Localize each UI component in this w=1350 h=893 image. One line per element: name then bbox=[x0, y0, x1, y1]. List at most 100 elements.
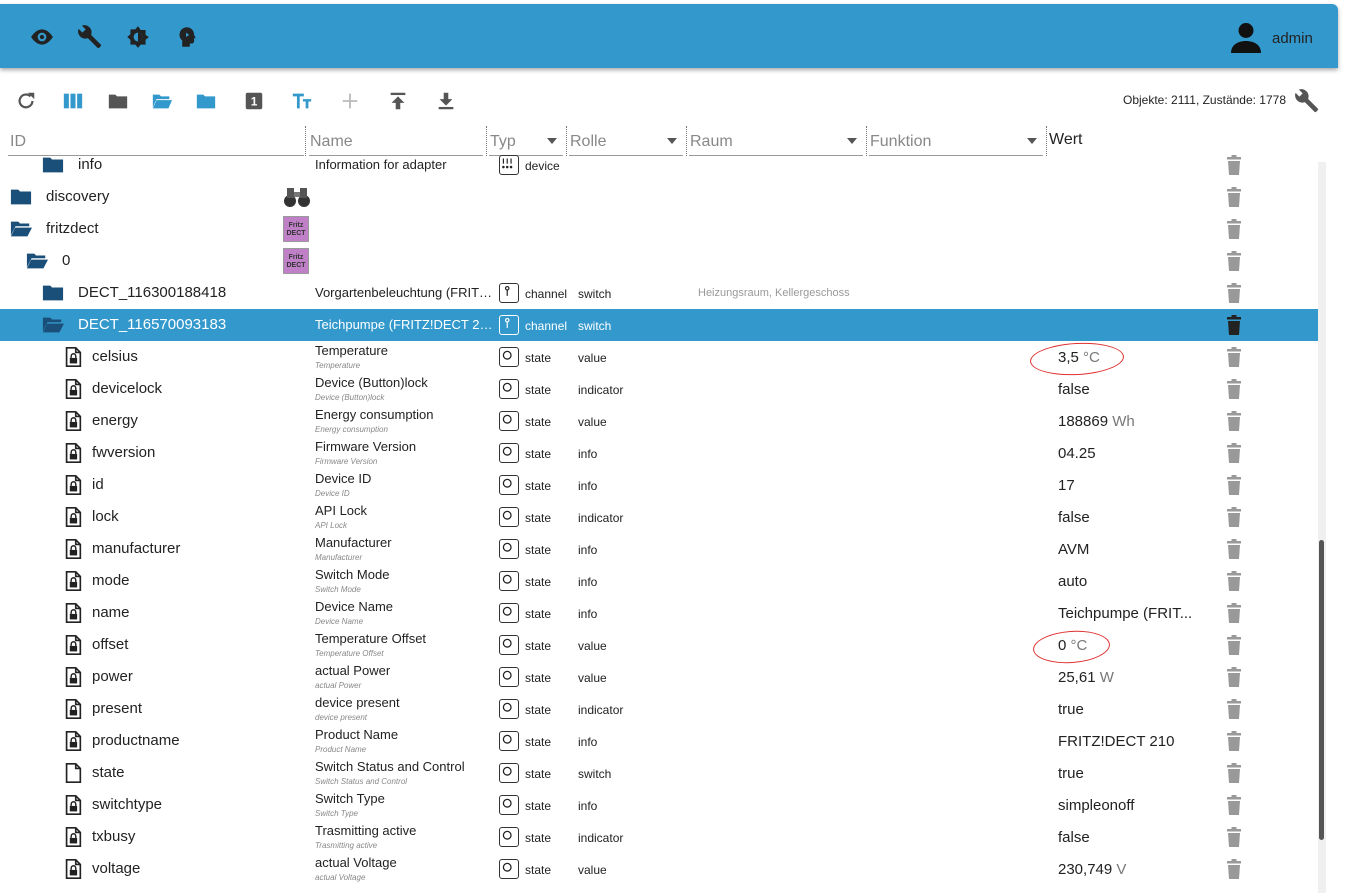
tree-row-state[interactable]: state Switch Status and Control Switch Sta… bbox=[0, 757, 1318, 789]
tree-row-DECT_116570093183[interactable]: DECT_116570093183 Teichpumpe (FRITZ!DECT … bbox=[0, 309, 1318, 341]
tree-row-lock[interactable]: lock API Lock API Lock state indicator false bbox=[0, 501, 1318, 533]
object-value[interactable]: 04.25 bbox=[1058, 445, 1096, 462]
object-value[interactable]: 230,749 V bbox=[1058, 861, 1126, 878]
rolle-dropdown-icon[interactable] bbox=[667, 138, 677, 144]
trash-icon[interactable] bbox=[1226, 763, 1242, 783]
object-value[interactable]: FRITZ!DECT 210 bbox=[1058, 733, 1174, 750]
tree-row-name[interactable]: name Device Name Device Name state info Teich… bbox=[0, 597, 1318, 629]
tree-row-0[interactable]: 0 Fritz DECT bbox=[0, 245, 1318, 277]
brightness-icon[interactable] bbox=[125, 24, 151, 50]
upload-icon[interactable] bbox=[387, 90, 409, 112]
number-one-icon[interactable]: 1 bbox=[243, 90, 265, 112]
object-value[interactable]: false bbox=[1058, 381, 1090, 398]
tree-row-DECT_116300188418[interactable]: DECT_116300188418 Vorgartenbeleuchtung (F… bbox=[0, 277, 1318, 309]
object-type: state bbox=[525, 383, 552, 397]
folder-open-icon[interactable] bbox=[151, 90, 173, 112]
file-lock-icon bbox=[62, 634, 84, 656]
trash-icon[interactable] bbox=[1226, 571, 1242, 591]
object-value[interactable]: AVM bbox=[1058, 541, 1089, 558]
tree-row-txbusy[interactable]: txbusy Trasmitting active Trasmitting acti… bbox=[0, 821, 1318, 853]
object-value[interactable]: true bbox=[1058, 765, 1084, 782]
tree-row-offset[interactable]: offset Temperature Offset Temperature Offs… bbox=[0, 629, 1318, 661]
tree-row-present[interactable]: present device present device present state… bbox=[0, 693, 1318, 725]
tree-row-fritzdect[interactable]: fritzdect Fritz DECT bbox=[0, 213, 1318, 245]
svg-text:1: 1 bbox=[251, 95, 258, 109]
tree-row-discovery[interactable]: discovery bbox=[0, 181, 1318, 213]
trash-icon[interactable] bbox=[1226, 731, 1242, 751]
trash-icon[interactable] bbox=[1226, 635, 1242, 655]
scrollbar-thumb[interactable] bbox=[1319, 540, 1324, 840]
state-type-icon bbox=[499, 379, 519, 399]
head-icon[interactable] bbox=[173, 24, 199, 50]
raum-dropdown-icon[interactable] bbox=[847, 138, 857, 144]
trash-icon[interactable] bbox=[1226, 411, 1242, 431]
object-value[interactable]: false bbox=[1058, 829, 1090, 846]
user-menu[interactable]: admin bbox=[1228, 20, 1313, 56]
eye-icon[interactable] bbox=[29, 24, 55, 50]
columns-icon[interactable] bbox=[62, 90, 84, 112]
tree-row-id[interactable]: id Device ID Device ID state info 17 bbox=[0, 469, 1318, 501]
header-name[interactable]: Name bbox=[310, 133, 353, 151]
tree-row-info[interactable]: info Information for adapter device bbox=[0, 150, 1318, 181]
trash-icon[interactable] bbox=[1226, 699, 1242, 719]
header-raum[interactable]: Raum bbox=[690, 133, 733, 151]
header-typ[interactable]: Typ bbox=[490, 133, 516, 151]
tree-row-devicelock[interactable]: devicelock Device (Button)lock Device (But… bbox=[0, 373, 1318, 405]
tree-row-fwversion[interactable]: fwversion Firmware Version Firmware Versio… bbox=[0, 437, 1318, 469]
object-value[interactable]: 17 bbox=[1058, 477, 1075, 494]
tree-row-manufacturer[interactable]: manufacturer Manufacturer Manufacturer stat… bbox=[0, 533, 1318, 565]
wrench-icon[interactable] bbox=[77, 24, 103, 50]
object-name-sub: Device Name bbox=[315, 617, 364, 626]
object-value[interactable]: 25,61 W bbox=[1058, 669, 1114, 686]
text-size-icon[interactable] bbox=[291, 90, 313, 112]
typ-dropdown-icon[interactable] bbox=[547, 138, 557, 144]
trash-icon[interactable] bbox=[1226, 251, 1242, 271]
refresh-icon[interactable] bbox=[15, 90, 37, 112]
header-id[interactable]: ID bbox=[10, 133, 26, 151]
object-value[interactable]: Teichpumpe (FRIT... bbox=[1058, 605, 1192, 622]
trash-icon[interactable] bbox=[1226, 603, 1242, 623]
trash-icon[interactable] bbox=[1226, 859, 1242, 879]
trash-icon[interactable] bbox=[1226, 827, 1242, 847]
trash-icon[interactable] bbox=[1226, 283, 1242, 303]
folder-icon[interactable] bbox=[107, 90, 129, 112]
tree-row-voltage[interactable]: voltage actual Voltage actual Voltage state… bbox=[0, 853, 1318, 885]
object-type: state bbox=[525, 511, 552, 525]
trash-icon[interactable] bbox=[1226, 315, 1242, 335]
trash-icon[interactable] bbox=[1226, 667, 1242, 687]
fritz-label-line1: Fritz bbox=[288, 254, 304, 261]
trash-icon[interactable] bbox=[1226, 347, 1242, 367]
trash-icon[interactable] bbox=[1226, 379, 1242, 399]
wrench-settings-icon[interactable] bbox=[1294, 88, 1320, 114]
trash-icon[interactable] bbox=[1226, 507, 1242, 527]
tree-row-power[interactable]: power actual Power actual Power state value 2… bbox=[0, 661, 1318, 693]
state-type-icon bbox=[499, 795, 519, 815]
trash-icon[interactable] bbox=[1226, 219, 1242, 239]
trash-icon[interactable] bbox=[1226, 155, 1242, 175]
object-value[interactable]: simpleonoff bbox=[1058, 797, 1134, 814]
object-name: Switch Type bbox=[315, 791, 385, 806]
state-type-icon bbox=[499, 411, 519, 431]
object-value[interactable]: 188869 Wh bbox=[1058, 413, 1135, 430]
trash-icon[interactable] bbox=[1226, 795, 1242, 815]
add-icon[interactable] bbox=[339, 90, 361, 112]
trash-icon[interactable] bbox=[1226, 539, 1242, 559]
trash-icon[interactable] bbox=[1226, 475, 1242, 495]
object-value[interactable]: false bbox=[1058, 509, 1090, 526]
object-value[interactable]: auto bbox=[1058, 573, 1087, 590]
folder-blue-icon[interactable] bbox=[195, 90, 217, 112]
tree-row-switchtype[interactable]: switchtype Switch Type Switch Type state inf… bbox=[0, 789, 1318, 821]
tree-row-productname[interactable]: productname Product Name Product Name state… bbox=[0, 725, 1318, 757]
object-value[interactable]: true bbox=[1058, 701, 1084, 718]
object-role: indicator bbox=[578, 383, 624, 397]
header-funktion[interactable]: Funktion bbox=[870, 133, 931, 151]
funktion-dropdown-icon[interactable] bbox=[1027, 138, 1037, 144]
tree-row-mode[interactable]: mode Switch Mode Switch Mode state info auto bbox=[0, 565, 1318, 597]
download-icon[interactable] bbox=[435, 90, 457, 112]
trash-icon[interactable] bbox=[1226, 443, 1242, 463]
tree-row-energy[interactable]: energy Energy consumption Energy consumpti… bbox=[0, 405, 1318, 437]
header-rolle[interactable]: Rolle bbox=[570, 133, 606, 151]
object-name-sub: Manufacturer bbox=[315, 553, 363, 562]
trash-icon[interactable] bbox=[1226, 187, 1242, 207]
fritzdect-logo-icon: Fritz DECT bbox=[283, 248, 309, 274]
